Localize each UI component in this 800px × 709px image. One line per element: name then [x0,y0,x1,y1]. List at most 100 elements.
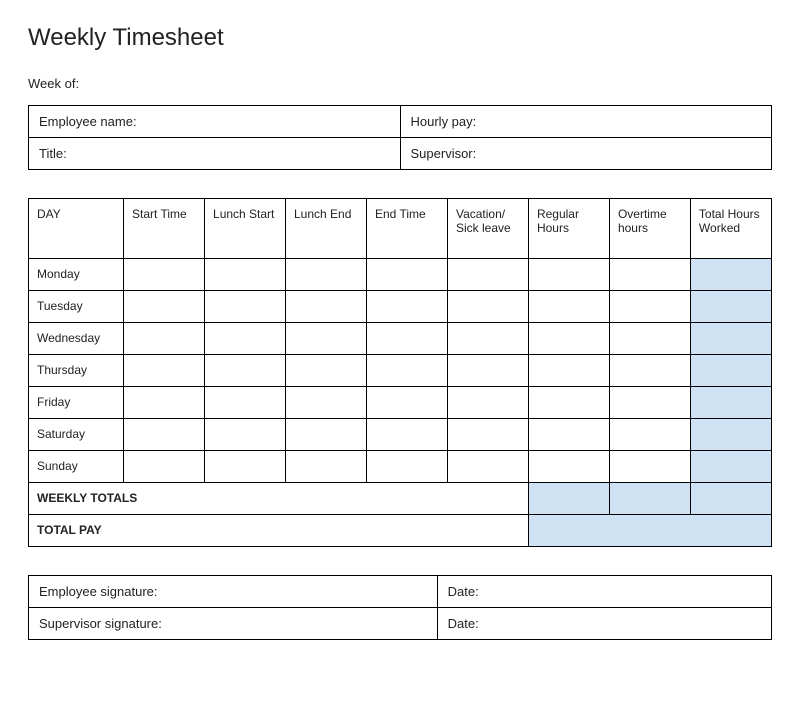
cell-total-hours[interactable] [690,387,771,419]
day-label: Sunday [29,451,124,483]
cell-vacation-sick[interactable] [447,387,528,419]
day-label: Wednesday [29,323,124,355]
cell-end-time[interactable] [366,259,447,291]
cell-lunch-end[interactable] [286,387,367,419]
cell-regular-hours[interactable] [528,387,609,419]
cell-start-time[interactable] [124,355,205,387]
cell-total-hours[interactable] [690,419,771,451]
header-lunch-start: Lunch Start [205,199,286,259]
supervisor-date-cell[interactable]: Date: [437,608,771,640]
cell-regular-hours[interactable] [528,323,609,355]
cell-vacation-sick[interactable] [447,323,528,355]
cell-start-time[interactable] [124,323,205,355]
cell-total-hours[interactable] [690,451,771,483]
cell-overtime-hours[interactable] [609,387,690,419]
total-pay-value[interactable] [528,515,771,547]
cell-vacation-sick[interactable] [447,291,528,323]
header-vacation-sick: Vacation/ Sick leave [447,199,528,259]
cell-end-time[interactable] [366,387,447,419]
cell-overtime-hours[interactable] [609,419,690,451]
header-end-time: End Time [366,199,447,259]
weekly-total-regular[interactable] [528,483,609,515]
cell-lunch-start[interactable] [205,323,286,355]
cell-overtime-hours[interactable] [609,323,690,355]
header-day: DAY [29,199,124,259]
cell-lunch-end[interactable] [286,323,367,355]
signature-table: Employee signature: Date: Supervisor sig… [28,575,772,640]
weekly-total-overtime[interactable] [609,483,690,515]
row-monday: Monday [29,259,772,291]
cell-overtime-hours[interactable] [609,291,690,323]
cell-end-time[interactable] [366,451,447,483]
weekly-totals-label: WEEKLY TOTALS [29,483,529,515]
row-weekly-totals: WEEKLY TOTALS [29,483,772,515]
cell-vacation-sick[interactable] [447,259,528,291]
header-start-time: Start Time [124,199,205,259]
cell-end-time[interactable] [366,291,447,323]
day-label: Tuesday [29,291,124,323]
employee-info-table: Employee name: Hourly pay: Title: Superv… [28,105,772,170]
row-thursday: Thursday [29,355,772,387]
cell-overtime-hours[interactable] [609,355,690,387]
cell-regular-hours[interactable] [528,419,609,451]
header-overtime-hours: Overtime hours [609,199,690,259]
header-row: DAY Start Time Lunch Start Lunch End End… [29,199,772,259]
row-sunday: Sunday [29,451,772,483]
cell-lunch-end[interactable] [286,451,367,483]
page-title: Weekly Timesheet [28,24,772,52]
header-lunch-end: Lunch End [286,199,367,259]
cell-vacation-sick[interactable] [447,419,528,451]
title-cell[interactable]: Title: [29,138,401,170]
supervisor-cell[interactable]: Supervisor: [400,138,772,170]
cell-lunch-end[interactable] [286,355,367,387]
cell-total-hours[interactable] [690,291,771,323]
week-of-label: Week of: [28,76,772,91]
cell-overtime-hours[interactable] [609,451,690,483]
day-label: Monday [29,259,124,291]
cell-overtime-hours[interactable] [609,259,690,291]
day-label: Friday [29,387,124,419]
timesheet-table: DAY Start Time Lunch Start Lunch End End… [28,198,772,547]
weekly-total-hours[interactable] [690,483,771,515]
cell-end-time[interactable] [366,419,447,451]
row-tuesday: Tuesday [29,291,772,323]
cell-end-time[interactable] [366,323,447,355]
cell-start-time[interactable] [124,291,205,323]
cell-lunch-start[interactable] [205,451,286,483]
cell-start-time[interactable] [124,387,205,419]
header-total-hours: Total Hours Worked [690,199,771,259]
cell-lunch-start[interactable] [205,259,286,291]
cell-regular-hours[interactable] [528,291,609,323]
cell-lunch-start[interactable] [205,387,286,419]
cell-lunch-end[interactable] [286,259,367,291]
cell-lunch-start[interactable] [205,419,286,451]
employee-signature-cell[interactable]: Employee signature: [29,576,438,608]
cell-total-hours[interactable] [690,355,771,387]
employee-name-cell[interactable]: Employee name: [29,106,401,138]
cell-total-hours[interactable] [690,323,771,355]
hourly-pay-cell[interactable]: Hourly pay: [400,106,772,138]
cell-regular-hours[interactable] [528,451,609,483]
cell-start-time[interactable] [124,259,205,291]
cell-start-time[interactable] [124,419,205,451]
employee-date-cell[interactable]: Date: [437,576,771,608]
cell-vacation-sick[interactable] [447,451,528,483]
total-pay-label: TOTAL PAY [29,515,529,547]
cell-end-time[interactable] [366,355,447,387]
cell-regular-hours[interactable] [528,259,609,291]
row-friday: Friday [29,387,772,419]
header-regular-hours: Regular Hours [528,199,609,259]
day-label: Saturday [29,419,124,451]
cell-start-time[interactable] [124,451,205,483]
cell-lunch-end[interactable] [286,419,367,451]
cell-regular-hours[interactable] [528,355,609,387]
cell-lunch-start[interactable] [205,355,286,387]
day-label: Thursday [29,355,124,387]
row-total-pay: TOTAL PAY [29,515,772,547]
supervisor-signature-cell[interactable]: Supervisor signature: [29,608,438,640]
cell-lunch-start[interactable] [205,291,286,323]
cell-lunch-end[interactable] [286,291,367,323]
cell-vacation-sick[interactable] [447,355,528,387]
cell-total-hours[interactable] [690,259,771,291]
row-saturday: Saturday [29,419,772,451]
